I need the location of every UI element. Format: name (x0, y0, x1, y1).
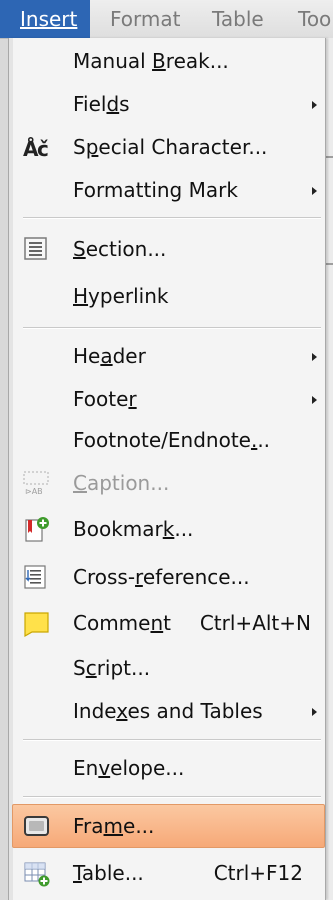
menu-item-header[interactable]: Header (13, 335, 325, 377)
submenu-arrow-icon (312, 708, 317, 716)
frame-icon (23, 813, 49, 839)
menu-tools[interactable]: Too (298, 0, 331, 38)
menu-separator (23, 217, 321, 219)
insert-menu: Manual Break... Fields Å č Special Chara… (8, 38, 326, 900)
menu-item-label: Bookmark... (73, 517, 194, 541)
special-character-icon: Å č (23, 134, 49, 161)
menu-separator (23, 796, 321, 798)
submenu-arrow-icon (312, 353, 317, 361)
menu-item-label: Frame... (73, 814, 155, 838)
cross-reference-icon (23, 564, 49, 590)
menu-item-label: Header (73, 344, 146, 368)
table-icon (23, 860, 50, 887)
menu-item-label: Section... (73, 237, 167, 261)
menu-item-cross-reference[interactable]: Cross-reference... (13, 556, 325, 598)
menu-item-label: Hyperlink (73, 284, 169, 308)
menu-item-footer[interactable]: Footer (13, 378, 325, 420)
menu-item-label: Special Character... (73, 135, 268, 159)
menu-table-label: Table (212, 7, 264, 31)
menu-item-envelope[interactable]: Envelope... (13, 747, 325, 789)
menu-item-label: Comment (73, 611, 172, 635)
comment-icon (23, 610, 49, 638)
menu-item-caption: ⊳AB Caption... (13, 462, 325, 504)
menu-item-label: Manual Break... (73, 49, 229, 73)
menu-item-label: Footer (73, 387, 137, 411)
menu-item-label: Fields (73, 92, 130, 116)
menu-item-comment[interactable]: Comment Ctrl+Alt+N (13, 602, 325, 644)
menu-item-table[interactable]: Table... Ctrl+F12 (13, 852, 325, 894)
menu-item-label: Formatting Mark (73, 178, 238, 202)
menu-item-shortcut: Ctrl+F12 (213, 861, 303, 885)
menu-item-special-character[interactable]: Å č Special Character... (13, 126, 325, 168)
menu-item-hyperlink[interactable]: Hyperlink (13, 275, 325, 317)
menu-tools-label: Too (298, 7, 332, 31)
menu-item-label: Script... (73, 656, 151, 680)
svg-text:č: č (37, 137, 49, 160)
menu-item-shortcut: Ctrl+Alt+N (199, 611, 311, 635)
svg-text:⊳AB: ⊳AB (25, 487, 43, 496)
menu-item-label: Caption... (73, 471, 170, 495)
menu-item-footnote-endnote[interactable]: Footnote/Endnote... (13, 419, 325, 461)
menu-format-label: Format (110, 7, 181, 31)
menu-item-formatting-mark[interactable]: Formatting Mark (13, 169, 325, 211)
menu-insert-label: Insert (20, 7, 78, 31)
menu-item-indexes-and-tables[interactable]: Indexes and Tables (13, 690, 325, 732)
menu-item-label: Indexes and Tables (73, 699, 263, 723)
submenu-arrow-icon (312, 396, 317, 404)
submenu-arrow-icon (312, 101, 317, 109)
menu-item-label: Table... (73, 861, 144, 885)
menu-item-label: Envelope... (73, 756, 185, 780)
menubar: Insert Format Table Too (0, 0, 333, 39)
menu-table[interactable]: Table (212, 0, 264, 38)
section-icon (23, 236, 49, 262)
menu-item-script[interactable]: Script... (13, 647, 325, 689)
menu-separator (23, 327, 321, 329)
menu-item-section[interactable]: Section... (13, 228, 325, 270)
menu-item-manual-break[interactable]: Manual Break... (13, 40, 325, 82)
menu-item-frame[interactable]: Frame... (12, 804, 325, 848)
menu-insert[interactable]: Insert (0, 0, 91, 38)
menu-item-label: Cross-reference... (73, 565, 250, 589)
menu-item-bookmark[interactable]: Bookmark... (13, 508, 325, 550)
menu-format[interactable]: Format (110, 0, 180, 38)
bookmark-icon (23, 516, 49, 542)
submenu-arrow-icon (312, 187, 317, 195)
menu-separator (23, 739, 321, 741)
caption-icon: ⊳AB (23, 470, 49, 496)
menu-item-fields[interactable]: Fields (13, 83, 325, 125)
menu-item-label: Footnote/Endnote... (73, 428, 271, 452)
